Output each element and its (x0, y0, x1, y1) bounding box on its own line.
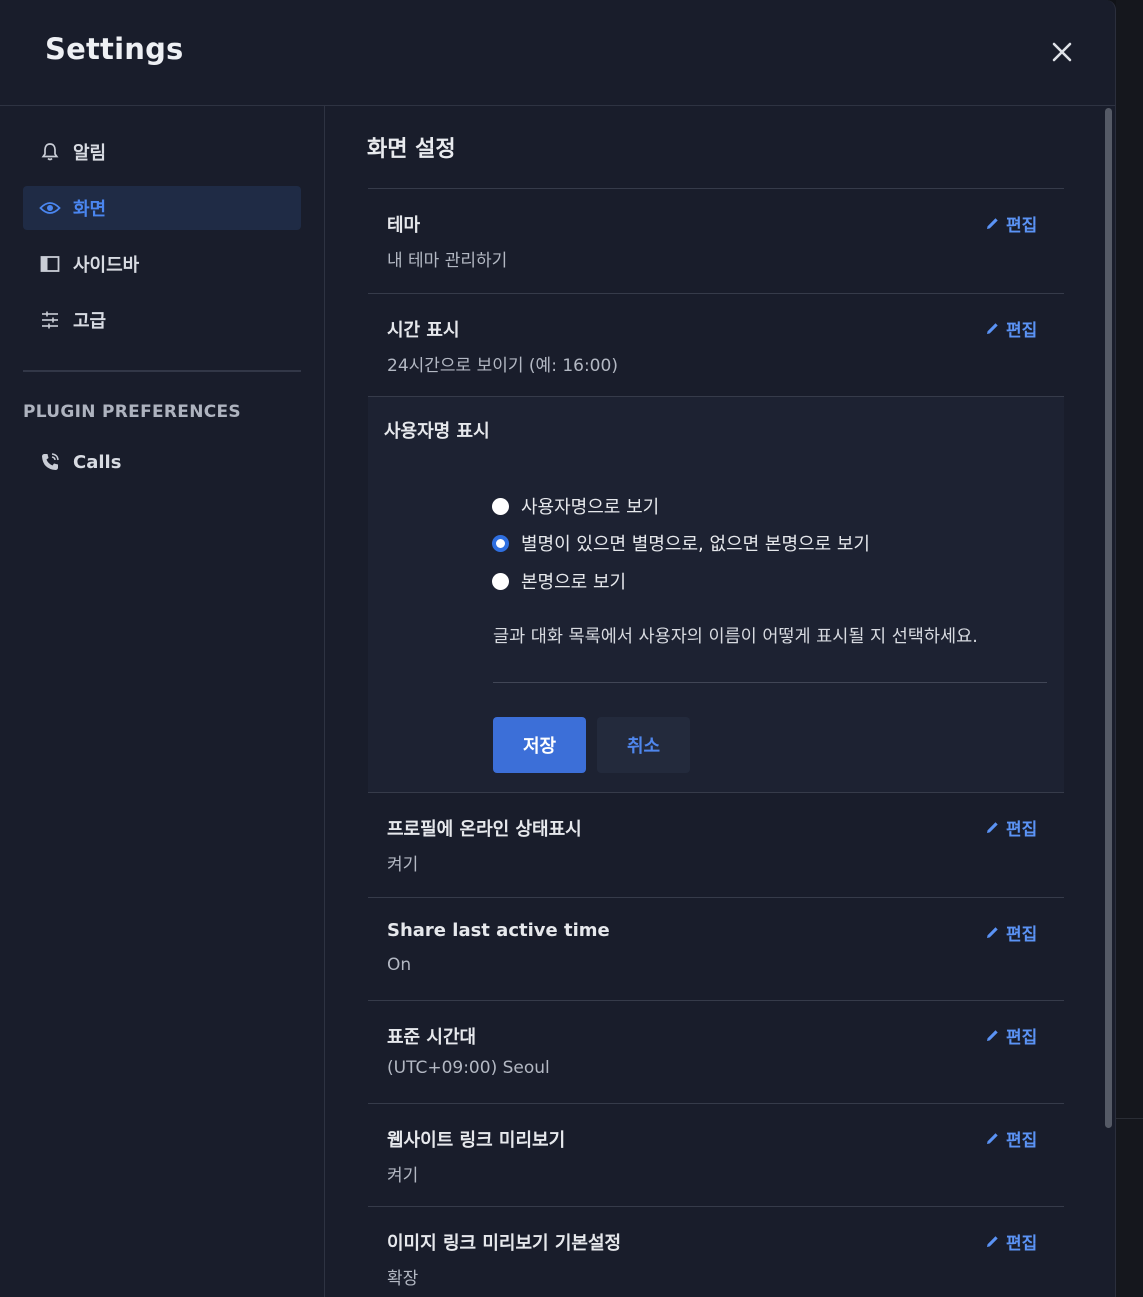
settings-modal: Settings 알림 화면 사이드바 고급 PLUGIN PREFERENCE… (0, 0, 1116, 1297)
edit-button[interactable]: 편집 (985, 1126, 1037, 1151)
edit-button[interactable]: 편집 (985, 920, 1037, 945)
radio-label: 본명으로 보기 (521, 572, 627, 593)
setting-title: 시간 표시 (387, 320, 460, 341)
sidebar-item-notifications[interactable]: 알림 (23, 130, 301, 174)
setting-value: 켜기 (387, 1166, 419, 1186)
section-divider (493, 682, 1047, 683)
bell-icon (39, 141, 61, 163)
phone-icon (39, 451, 61, 473)
background-area (1116, 0, 1143, 1297)
sidebar-item-display[interactable]: 화면 (23, 186, 301, 230)
background-divider (1116, 1118, 1143, 1119)
edit-button[interactable]: 편집 (985, 316, 1037, 341)
settings-sidebar: 알림 화면 사이드바 고급 PLUGIN PREFERENCES Calls (0, 106, 325, 1297)
eye-icon (39, 197, 61, 219)
pencil-icon (987, 323, 998, 334)
radio-button[interactable] (492, 534, 509, 552)
setting-value: 켜기 (387, 855, 419, 875)
setting-value: 24시간으로 보이기 (예: 16:00) (387, 356, 618, 376)
setting-row-last-active: Share last active time On 편집 (368, 897, 1064, 1001)
setting-row-image-preview: 이미지 링크 미리보기 기본설정 확장 편집 (368, 1206, 1064, 1297)
save-button[interactable]: 저장 (493, 717, 586, 773)
setting-row-clock-display: 시간 표시 24시간으로 보이기 (예: 16:00) 편집 (368, 293, 1064, 397)
close-icon (1052, 42, 1072, 62)
sidebar-icon (39, 253, 61, 275)
setting-title: 사용자명 표시 (384, 421, 490, 442)
pencil-icon (987, 1030, 998, 1041)
setting-title: 표준 시간대 (387, 1027, 477, 1048)
sliders-icon (39, 309, 61, 331)
sidebar-item-label: 화면 (73, 199, 107, 220)
pencil-icon (987, 1133, 998, 1144)
setting-value: 확장 (387, 1269, 419, 1289)
setting-value: (UTC+09:00) Seoul (387, 1058, 550, 1078)
scrollbar[interactable] (1105, 108, 1112, 1128)
setting-title: 테마 (387, 215, 421, 236)
radio-option-nickname[interactable]: 별명이 있으면 별명으로, 없으면 본명으로 보기 (492, 530, 870, 556)
setting-title: 웹사이트 링크 미리보기 (387, 1130, 566, 1151)
radio-option-username[interactable]: 사용자명으로 보기 (492, 493, 659, 519)
pencil-icon (987, 822, 998, 833)
setting-title: Share last active time (387, 920, 610, 941)
setting-title: 이미지 링크 미리보기 기본설정 (387, 1233, 622, 1254)
radio-button[interactable] (492, 497, 509, 515)
edit-label: 편집 (1006, 1131, 1038, 1151)
edit-button[interactable]: 편집 (985, 1023, 1037, 1048)
edit-label: 편집 (1006, 216, 1038, 236)
edit-button[interactable]: 편집 (985, 211, 1037, 236)
radio-option-full-name[interactable]: 본명으로 보기 (492, 568, 626, 594)
setting-value: 내 테마 관리하기 (387, 251, 508, 271)
edit-label: 편집 (1006, 1028, 1038, 1048)
radio-label: 별명이 있으면 별명으로, 없으면 본명으로 보기 (521, 534, 870, 555)
sidebar-divider (23, 370, 301, 372)
setting-row-online-status: 프로필에 온라인 상태표시 켜기 편집 (368, 792, 1064, 896)
pencil-icon (987, 927, 998, 938)
pencil-icon (987, 218, 998, 229)
edit-label: 편집 (1006, 820, 1038, 840)
page-title: 화면 설정 (367, 137, 456, 162)
plugin-preferences-heading: PLUGIN PREFERENCES (23, 402, 241, 422)
pencil-icon (987, 1236, 998, 1247)
edit-button[interactable]: 편집 (985, 815, 1037, 840)
edit-label: 편집 (1006, 1234, 1038, 1254)
sidebar-item-label: Calls (73, 451, 122, 473)
setting-row-link-preview: 웹사이트 링크 미리보기 켜기 편집 (368, 1103, 1064, 1207)
edit-label: 편집 (1006, 925, 1038, 945)
setting-row-theme: 테마 내 테마 관리하기 편집 (368, 188, 1064, 292)
sidebar-item-advanced[interactable]: 고급 (23, 298, 301, 342)
close-button[interactable] (1046, 36, 1078, 68)
sidebar-item-label: 사이드바 (73, 255, 140, 276)
sidebar-item-label: 알림 (73, 143, 107, 164)
radio-label: 사용자명으로 보기 (521, 497, 660, 518)
setting-row-timezone: 표준 시간대 (UTC+09:00) Seoul 편집 (368, 1000, 1064, 1104)
help-text: 글과 대화 목록에서 사용자의 이름이 어떻게 표시될 지 선택하세요. (493, 627, 978, 647)
modal-title: Settings (45, 32, 184, 66)
sidebar-item-calls[interactable]: Calls (23, 440, 301, 484)
edit-button[interactable]: 편집 (985, 1229, 1037, 1254)
name-format-section: 사용자명 표시 사용자명으로 보기 별명이 있으면 별명으로, 없으면 본명으로… (368, 396, 1064, 793)
sidebar-item-label: 고급 (73, 311, 107, 332)
setting-value: On (387, 955, 412, 975)
edit-label: 편집 (1006, 321, 1038, 341)
setting-title: 프로필에 온라인 상태표시 (387, 819, 582, 840)
cancel-button[interactable]: 취소 (597, 717, 690, 773)
modal-header: Settings (0, 0, 1115, 106)
sidebar-item-sidebar[interactable]: 사이드바 (23, 242, 301, 286)
display-settings-content: 화면 설정 테마 내 테마 관리하기 편집 시간 표시 24시간으로 보이기 (… (326, 106, 1115, 1297)
radio-button[interactable] (492, 572, 509, 590)
